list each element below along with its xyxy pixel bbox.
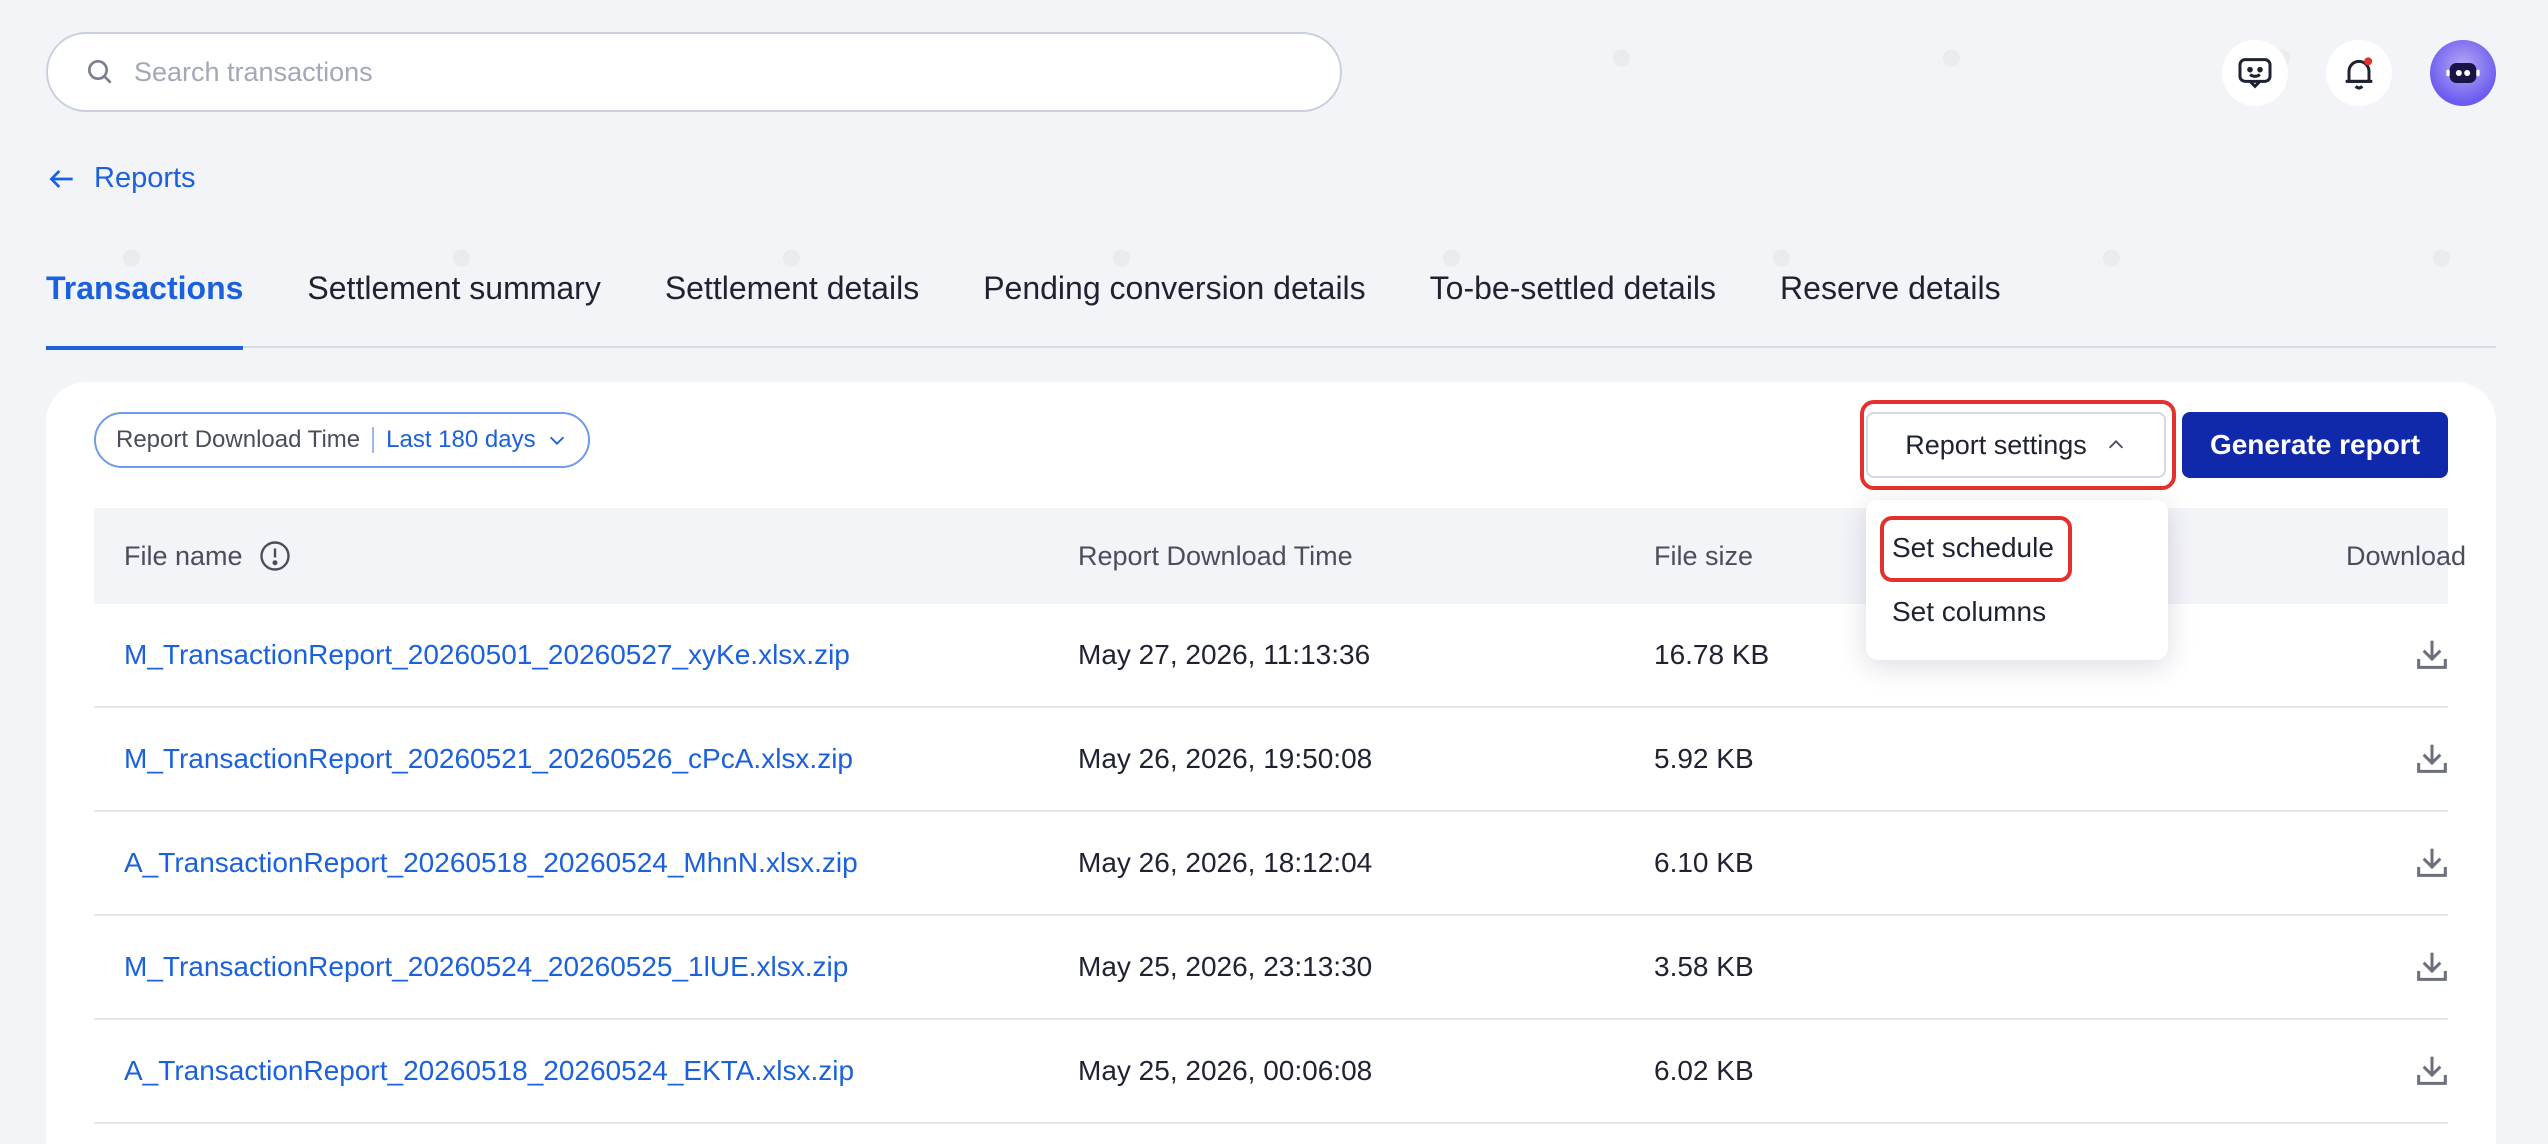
tab-settlement-details[interactable]: Settlement details xyxy=(665,270,919,348)
download-time-filter[interactable]: Report Download Time Last 180 days xyxy=(94,412,590,468)
notifications-button[interactable] xyxy=(2326,40,2392,106)
filter-label: Report Download Time xyxy=(116,426,361,453)
watermark-mark: • xyxy=(1599,18,1645,96)
tab-reserve-details[interactable]: Reserve details xyxy=(1780,270,2001,348)
download-icon[interactable] xyxy=(2412,842,2452,882)
download-time-cell: May 26, 2026, 19:50:08 xyxy=(1078,743,1373,774)
download-icon[interactable] xyxy=(2412,738,2452,778)
report-settings-label: Report settings xyxy=(1905,429,2087,460)
table-row: A_TransactionReport_20260518_20260524_EK… xyxy=(94,1020,2448,1124)
filter-separator xyxy=(372,427,375,453)
feedback-icon xyxy=(2238,58,2272,89)
table-row: M_TransactionReport_20260524_20260525_1l… xyxy=(94,916,2448,1020)
header-download-time: Report Download Time xyxy=(1078,540,1353,571)
report-settings-menu: Set schedule Set columns xyxy=(1866,500,2168,660)
download-icon[interactable] xyxy=(2412,634,2452,674)
header-file-size: File size xyxy=(1654,540,1754,571)
download-time-cell: May 25, 2026, 23:13:30 xyxy=(1078,951,1373,982)
bell-icon xyxy=(2345,57,2373,90)
reports-card: Report Download Time Last 180 days Repor… xyxy=(46,382,2496,1144)
table-row: M_TransactionReport_20260521_20260526_cP… xyxy=(94,708,2448,812)
back-to-reports-link[interactable]: Reports xyxy=(46,162,196,195)
table-row: A_TransactionReport_20260518_20260524_Mh… xyxy=(94,812,2448,916)
tab-settlement-summary[interactable]: Settlement summary xyxy=(307,270,600,348)
download-icon[interactable] xyxy=(2412,946,2452,986)
chevron-down-icon xyxy=(549,436,564,445)
tab-pending-conversion-details[interactable]: Pending conversion details xyxy=(983,270,1365,348)
search-input[interactable] xyxy=(134,56,1234,88)
menu-item-set-columns[interactable]: Set columns xyxy=(1892,596,2046,628)
header-file-name: File name xyxy=(124,508,293,604)
menu-item-set-schedule[interactable]: Set schedule xyxy=(1892,532,2054,564)
avatar-robot-icon xyxy=(2446,63,2480,83)
download-icon[interactable] xyxy=(2412,1050,2452,1090)
breadcrumb-label: Reports xyxy=(94,162,196,194)
tab-to-be-settled-details[interactable]: To-be-settled details xyxy=(1430,270,1716,348)
file-name-link[interactable]: A_TransactionReport_20260518_20260524_Mh… xyxy=(124,812,858,914)
download-time-cell: May 26, 2026, 18:12:04 xyxy=(1078,847,1373,878)
search-bar[interactable] xyxy=(46,32,1342,112)
arrow-left-icon xyxy=(49,169,73,188)
download-time-cell: May 27, 2026, 11:13:36 xyxy=(1078,639,1371,670)
file-name-link[interactable]: M_TransactionReport_20260521_20260526_cP… xyxy=(124,708,853,810)
file-size-cell: 3.58 KB xyxy=(1654,951,1754,982)
chevron-up-icon xyxy=(2108,440,2123,449)
report-settings-button[interactable]: Report settings xyxy=(1866,412,2166,478)
watermark-mark: • xyxy=(1929,18,1975,96)
file-size-cell: 6.02 KB xyxy=(1654,1055,1754,1086)
header-file-name-label: File name xyxy=(124,540,243,571)
filter-value: Last 180 days xyxy=(386,426,536,453)
avatar[interactable] xyxy=(2430,40,2496,106)
generate-report-button[interactable]: Generate report xyxy=(2182,412,2448,478)
file-name-link[interactable]: M_TransactionReport_20260501_20260527_xy… xyxy=(124,604,850,706)
feedback-button[interactable] xyxy=(2222,40,2288,106)
header-download: Download xyxy=(2346,540,2467,571)
file-size-cell: 6.10 KB xyxy=(1654,847,1754,878)
info-icon[interactable] xyxy=(257,538,293,574)
search-icon xyxy=(88,60,112,84)
file-name-link[interactable]: A_TransactionReport_20260518_20260524_EK… xyxy=(124,1020,854,1122)
file-name-link[interactable]: M_TransactionReport_20260524_20260525_1l… xyxy=(124,916,848,1018)
report-tabs: Transactions Settlement summary Settleme… xyxy=(46,270,2496,350)
download-time-cell: May 25, 2026, 00:06:08 xyxy=(1078,1055,1373,1086)
file-size-cell: 5.92 KB xyxy=(1654,743,1754,774)
tab-transactions[interactable]: Transactions xyxy=(46,270,244,350)
file-size-cell: 16.78 KB xyxy=(1654,639,1770,670)
